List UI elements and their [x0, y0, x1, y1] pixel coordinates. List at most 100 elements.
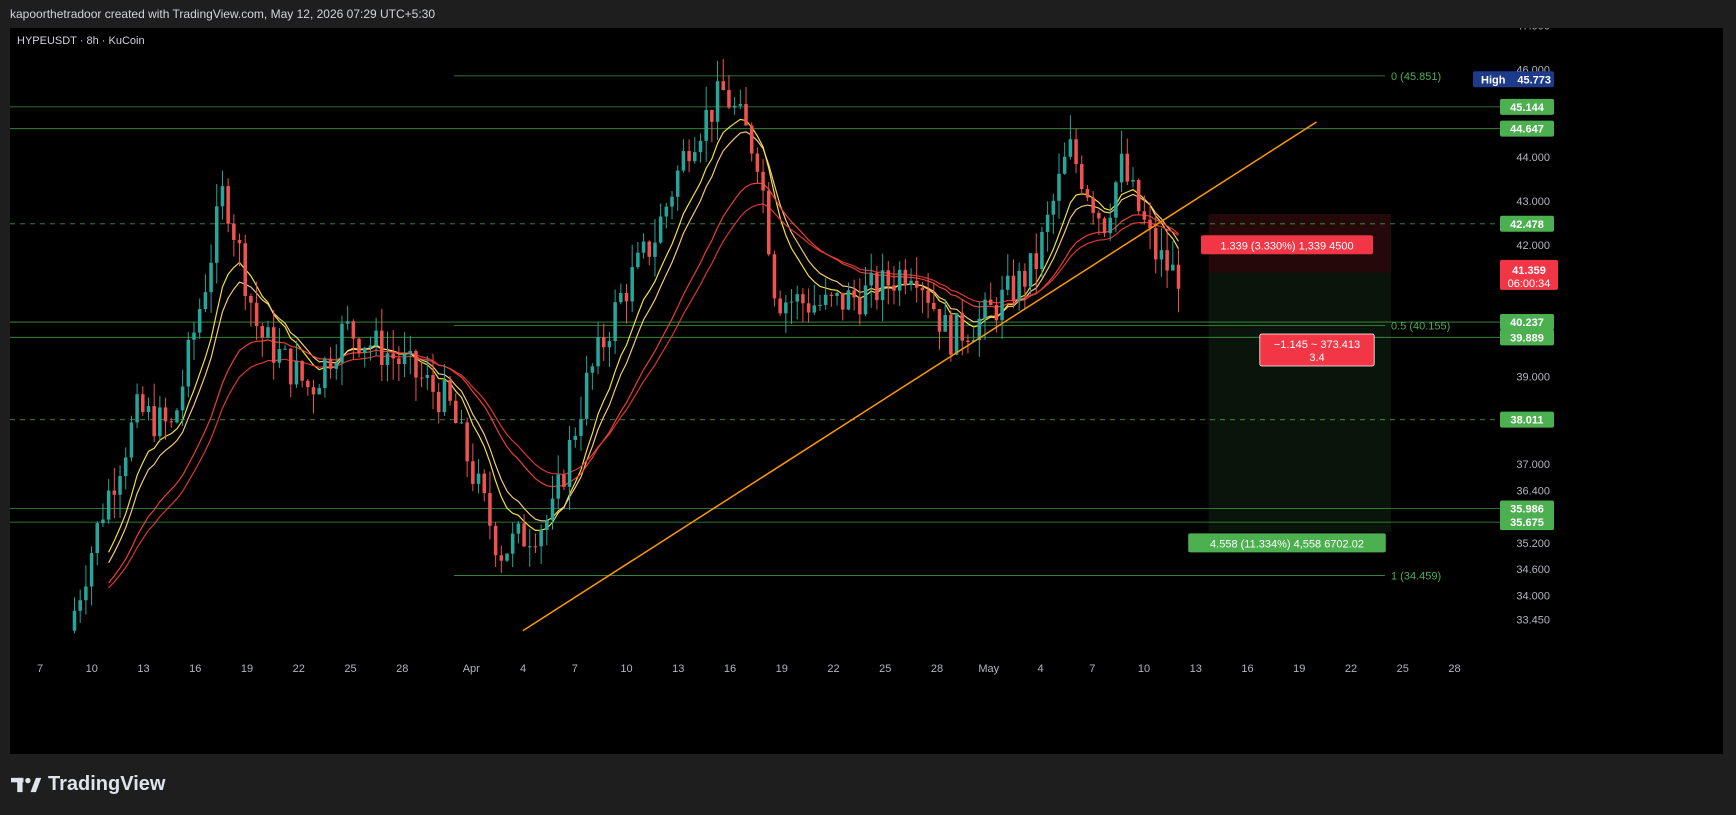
candle-body[interactable]	[510, 533, 515, 554]
candle-body[interactable]	[180, 386, 185, 411]
candle-body[interactable]	[579, 418, 583, 436]
candle-body[interactable]	[880, 270, 885, 301]
candle-body[interactable]	[624, 293, 629, 302]
candle-body[interactable]	[288, 348, 293, 385]
tradingview-logo-icon[interactable]	[11, 776, 43, 794]
candle-body[interactable]	[271, 327, 276, 363]
candle-body[interactable]	[476, 473, 481, 484]
candle-body[interactable]	[175, 410, 179, 423]
candle-body[interactable]	[738, 104, 743, 106]
candle-body[interactable]	[471, 461, 475, 484]
candle-body[interactable]	[1136, 179, 1141, 212]
candle-body[interactable]	[254, 302, 259, 326]
candle-body[interactable]	[886, 270, 891, 286]
candle-body[interactable]	[852, 290, 856, 298]
candle-body[interactable]	[300, 361, 304, 381]
candle-body[interactable]	[203, 292, 208, 310]
candle-body[interactable]	[397, 358, 401, 365]
candle-body[interactable]	[840, 292, 845, 310]
candle-body[interactable]	[311, 387, 316, 395]
candle-body[interactable]	[1125, 153, 1130, 182]
candle-body[interactable]	[186, 339, 191, 387]
candle-body[interactable]	[567, 439, 572, 487]
candle-body[interactable]	[1102, 218, 1107, 234]
candle-body[interactable]	[95, 523, 100, 554]
candle-body[interactable]	[1079, 164, 1084, 190]
candle-body[interactable]	[391, 353, 395, 359]
candle-body[interactable]	[1011, 275, 1016, 302]
candle-body[interactable]	[1051, 200, 1056, 215]
candle-body[interactable]	[1017, 270, 1021, 302]
candle-body[interactable]	[744, 104, 748, 126]
candle-body[interactable]	[306, 380, 310, 388]
candle-body[interactable]	[1142, 211, 1147, 220]
candle-body[interactable]	[727, 89, 731, 108]
candle-body[interactable]	[72, 610, 77, 631]
candle-body[interactable]	[1097, 212, 1101, 219]
candle-body[interactable]	[163, 407, 168, 422]
candle-body[interactable]	[966, 340, 970, 343]
candle-body[interactable]	[106, 490, 111, 520]
candle-body[interactable]	[465, 422, 469, 462]
candle-body[interactable]	[584, 372, 589, 419]
candle-body[interactable]	[1028, 253, 1033, 287]
candle-body[interactable]	[431, 374, 435, 392]
candle-body[interactable]	[812, 305, 817, 313]
candle-body[interactable]	[459, 422, 464, 424]
candle-body[interactable]	[858, 297, 862, 315]
candle-body[interactable]	[527, 546, 532, 548]
candle-body[interactable]	[436, 391, 441, 413]
candle-body[interactable]	[209, 262, 213, 293]
candle-body[interactable]	[141, 394, 145, 413]
candle-body[interactable]	[499, 555, 504, 561]
candle-body[interactable]	[232, 223, 236, 241]
candle-body[interactable]	[784, 302, 788, 314]
candle-body[interactable]	[442, 379, 447, 413]
candle-body[interactable]	[215, 206, 219, 263]
candle-body[interactable]	[169, 421, 174, 423]
candle-body[interactable]	[960, 313, 965, 341]
candle-body[interactable]	[192, 332, 196, 340]
candle-body[interactable]	[226, 186, 230, 224]
candle-body[interactable]	[835, 292, 839, 296]
candle-body[interactable]	[892, 285, 896, 291]
candle-body[interactable]	[123, 457, 128, 477]
candle-body[interactable]	[1165, 250, 1169, 271]
candle-body[interactable]	[675, 170, 680, 197]
candle-body[interactable]	[715, 81, 720, 122]
candle-body[interactable]	[846, 290, 851, 310]
candle-body[interactable]	[869, 273, 873, 286]
candle-body[interactable]	[345, 321, 350, 324]
candle-body[interactable]	[237, 240, 242, 244]
candle-body[interactable]	[197, 309, 202, 333]
candle-body[interactable]	[954, 313, 959, 355]
candle-body[interactable]	[516, 523, 521, 534]
candle-body[interactable]	[317, 387, 321, 395]
candle-body[interactable]	[533, 546, 538, 548]
candle-body[interactable]	[932, 302, 936, 310]
candle-body[interactable]	[641, 241, 646, 253]
candle-body[interactable]	[920, 287, 925, 291]
candle-body[interactable]	[249, 295, 253, 303]
candle-body[interactable]	[1171, 264, 1175, 271]
candle-body[interactable]	[402, 354, 407, 365]
candle-body[interactable]	[135, 394, 139, 423]
candle-body[interactable]	[220, 186, 225, 207]
candle-body[interactable]	[721, 81, 726, 90]
candle-body[interactable]	[806, 303, 811, 313]
candle-body[interactable]	[1023, 270, 1027, 287]
candle-body[interactable]	[374, 330, 378, 346]
candle-body[interactable]	[294, 361, 299, 385]
candle-body[interactable]	[601, 337, 606, 348]
candle-body[interactable]	[334, 362, 339, 369]
candle-body[interactable]	[482, 473, 486, 494]
candle-body[interactable]	[419, 377, 424, 379]
candle-body[interactable]	[1131, 179, 1135, 182]
candle-body[interactable]	[425, 374, 430, 378]
candle-body[interactable]	[1091, 197, 1095, 213]
candle-body[interactable]	[493, 525, 498, 556]
candle-body[interactable]	[619, 293, 623, 303]
candle-body[interactable]	[949, 314, 953, 355]
price-chart[interactable]: 0 (45.851) 0.5 (40.155) 1 (34.459) 1.339 (3…	[10, 28, 1723, 754]
candle-body[interactable]	[1057, 173, 1061, 201]
